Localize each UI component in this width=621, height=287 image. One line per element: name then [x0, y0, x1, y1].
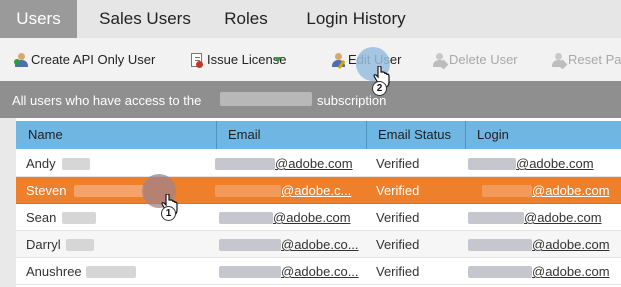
redacted-text — [215, 158, 275, 170]
redacted-text — [66, 239, 94, 251]
user-email[interactable]: @adobe.c... — [281, 177, 351, 204]
column-header-email-status[interactable]: Email Status — [366, 121, 466, 149]
toolbar: Create API Only User Issue License Edit … — [0, 38, 621, 81]
redacted-text — [468, 239, 532, 251]
redacted-text — [86, 266, 136, 278]
license-icon — [190, 53, 204, 68]
email-status: Verified — [376, 156, 420, 171]
chevron-down-icon[interactable] — [274, 57, 282, 62]
table-row[interactable]: Andy @adobe.com Verified @adobe.com — [16, 150, 621, 177]
redacted-text — [215, 185, 281, 197]
banner-prefix: All users who have access to the — [12, 93, 202, 108]
redacted-subscription-name — [220, 92, 312, 106]
tab-sales-users[interactable]: Sales Users — [82, 0, 208, 38]
user-email[interactable]: @adobe.co... — [281, 258, 359, 285]
create-api-user-button[interactable]: Create API Only User — [14, 51, 164, 69]
user-login[interactable]: @adobe.com — [532, 258, 610, 285]
user-name: Steven — [26, 183, 67, 198]
redacted-text — [468, 158, 516, 170]
email-status: Verified — [376, 237, 420, 252]
table-row[interactable]: Darryl @adobe.co... Verified @adobe.com — [16, 231, 621, 258]
table-row-selected[interactable]: Steven @adobe.c... Verified @adobe.com — [16, 177, 621, 204]
reset-password-label: Reset Pa — [568, 52, 621, 67]
redacted-text — [219, 239, 281, 251]
user-email[interactable]: @adobe.co... — [281, 231, 359, 258]
tab-users[interactable]: Users — [0, 0, 77, 38]
redacted-text — [482, 185, 532, 197]
table-row[interactable]: Anushree @adobe.co... Verified @adobe.co… — [16, 258, 621, 285]
callout-badge-1: 1 — [161, 206, 176, 221]
column-header-login[interactable]: Login — [465, 121, 621, 149]
user-email[interactable]: @adobe.com — [275, 150, 353, 177]
callout-badge-2: 2 — [372, 81, 387, 96]
redacted-text — [219, 266, 281, 278]
column-header-email[interactable]: Email — [216, 121, 366, 149]
column-header-name[interactable]: Name — [16, 121, 216, 149]
user-name: Anushree — [26, 264, 82, 279]
user-email[interactable]: @adobe.com — [273, 204, 351, 231]
tab-login-history[interactable]: Login History — [289, 0, 423, 38]
user-name: Darryl — [26, 237, 61, 252]
user-login[interactable]: @adobe.com — [532, 177, 610, 204]
grid-header: Name Email Email Status Login — [16, 121, 621, 149]
redacted-text — [468, 266, 532, 278]
delete-user-button[interactable]: Delete User — [432, 51, 527, 70]
delete-user-label: Delete User — [449, 52, 518, 67]
user-name: Andy — [26, 156, 56, 171]
user-login[interactable]: @adobe.com — [524, 204, 602, 231]
user-edit-icon — [331, 53, 346, 70]
tab-bar: Users Sales Users Roles Login History — [0, 0, 621, 38]
reset-password-button[interactable]: Reset Pa — [551, 51, 621, 69]
email-status: Verified — [376, 264, 420, 279]
user-login[interactable]: @adobe.com — [532, 231, 610, 258]
table-row[interactable]: Sean @adobe.com Verified @adobe.com — [16, 204, 621, 231]
redacted-text — [74, 185, 144, 197]
email-status: Verified — [376, 210, 420, 225]
create-api-user-label: Create API Only User — [31, 52, 156, 67]
tab-roles[interactable]: Roles — [212, 0, 280, 38]
redacted-text — [62, 158, 90, 170]
user-login[interactable]: @adobe.com — [516, 150, 594, 177]
user-delete-icon — [432, 53, 449, 70]
user-add-icon — [14, 53, 28, 67]
user-reset-icon — [551, 53, 568, 69]
email-status: Verified — [376, 183, 420, 198]
redacted-text — [219, 212, 273, 224]
redacted-text — [62, 212, 96, 224]
user-name: Sean — [26, 210, 57, 225]
redacted-text — [468, 212, 524, 224]
